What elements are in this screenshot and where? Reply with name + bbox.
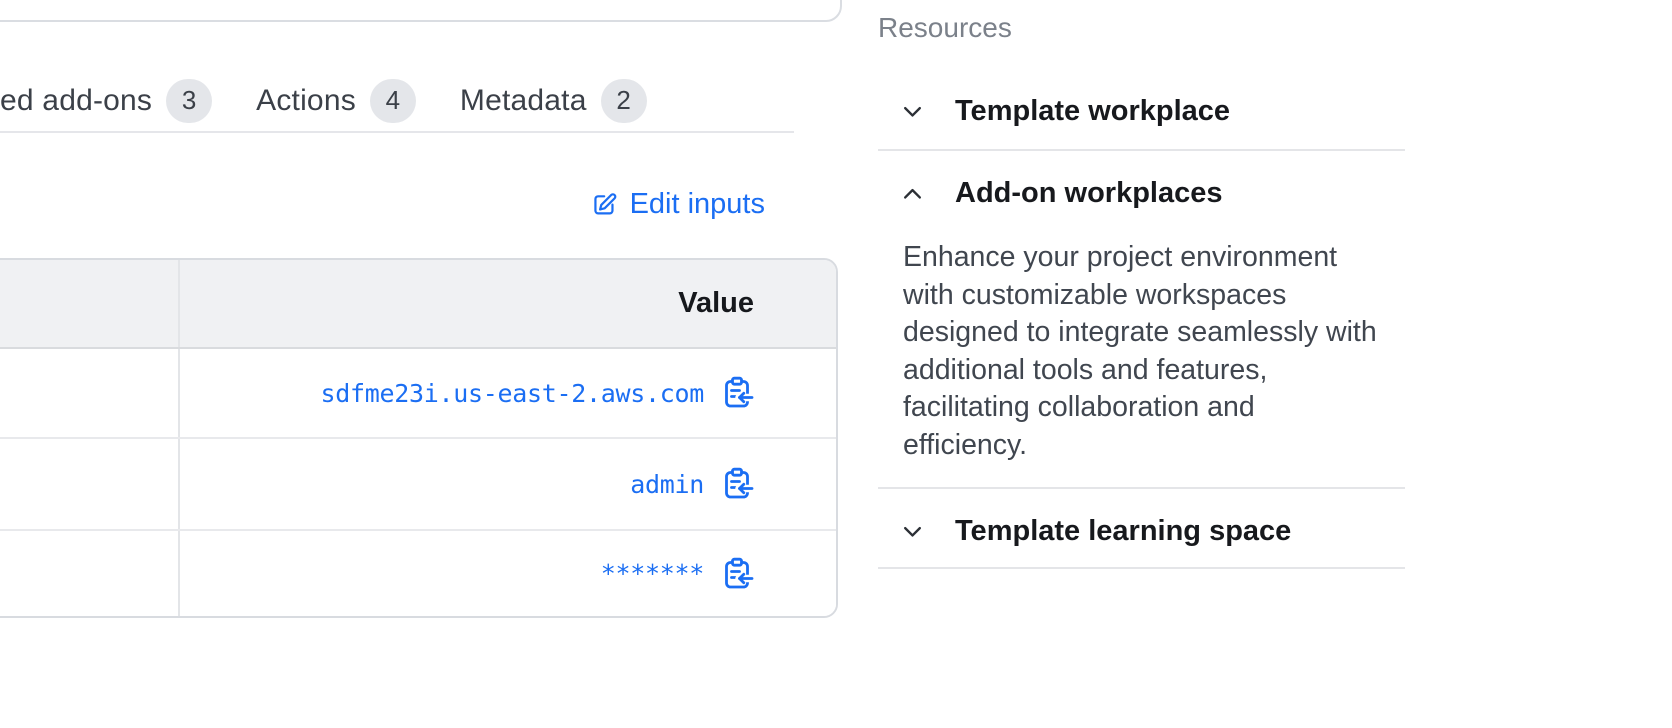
value-link[interactable]: admin [630,470,704,499]
key-cell [0,349,180,437]
count-badge: 2 [601,79,647,123]
add-on-workplaces-description: Enhance your project environment with cu… [903,239,1383,465]
key-cell [0,439,180,529]
table-header-key-cell [0,260,180,347]
count-badge: 4 [370,79,416,123]
inputs-table: Value sdfme23i.us-east-2.aws.com [0,258,838,618]
tab-label: Actions [256,84,356,118]
divider [878,487,1405,489]
accordion-template-workplace[interactable]: Template workplace [878,88,1405,134]
chevron-down-icon [899,98,927,125]
clipboard-copy-icon[interactable] [720,467,754,501]
tab-installed-add-ons[interactable]: ed add-ons 3 [0,79,212,123]
table-row: admin [0,437,836,529]
tab-label: ed add-ons [0,84,152,118]
value-cell: sdfme23i.us-east-2.aws.com [180,349,836,437]
table-row: sdfme23i.us-east-2.aws.com [0,349,836,437]
count-badge: 3 [166,79,212,123]
table-header-row: Value [0,260,836,349]
description-line: additional tools and features, [903,352,1383,390]
divider [878,567,1405,569]
accordion-label: Template learning space [955,515,1291,548]
resources-panel-title: Resources [878,12,1012,44]
value-cell: ******* [180,531,836,616]
resources-panel: Resources Template workplace Add-on work… [878,0,1405,728]
key-cell [0,531,180,616]
pencil-square-icon [591,190,619,218]
accordion-template-learning-space[interactable]: Template learning space [878,508,1405,554]
clipboard-copy-icon[interactable] [720,557,754,591]
upper-card-remnant [0,0,842,22]
accordion-add-on-workplaces[interactable]: Add-on workplaces [878,170,1405,216]
tab-metadata[interactable]: Metadata 2 [460,79,647,123]
table-header-value-cell: Value [180,260,836,347]
edit-inputs-button[interactable]: Edit inputs [591,188,765,220]
divider [878,149,1405,151]
page-canvas: ed add-ons 3 Actions 4 Metadata 2 Edit i… [0,0,1672,728]
description-line: Enhance your project environment [903,239,1383,277]
clipboard-copy-icon[interactable] [720,376,754,410]
masked-value[interactable]: ******* [601,559,704,588]
chevron-down-icon [899,518,927,545]
description-line: facilitating collaboration and [903,389,1383,427]
tab-label: Metadata [460,84,587,118]
description-line: designed to integrate seamlessly with [903,314,1383,352]
accordion-label: Template workplace [955,95,1230,128]
value-link[interactable]: sdfme23i.us-east-2.aws.com [320,379,704,408]
tab-actions[interactable]: Actions 4 [256,79,416,123]
accordion-label: Add-on workplaces [955,177,1223,210]
value-cell: admin [180,439,836,529]
description-line: with customizable workspaces [903,277,1383,315]
edit-inputs-label: Edit inputs [630,188,765,221]
value-column-header: Value [678,287,754,320]
chevron-up-icon [899,180,927,207]
detail-tabs: ed add-ons 3 Actions 4 Metadata 2 [0,70,794,133]
description-line: efficiency. [903,427,1383,465]
table-row: ******* [0,529,836,616]
